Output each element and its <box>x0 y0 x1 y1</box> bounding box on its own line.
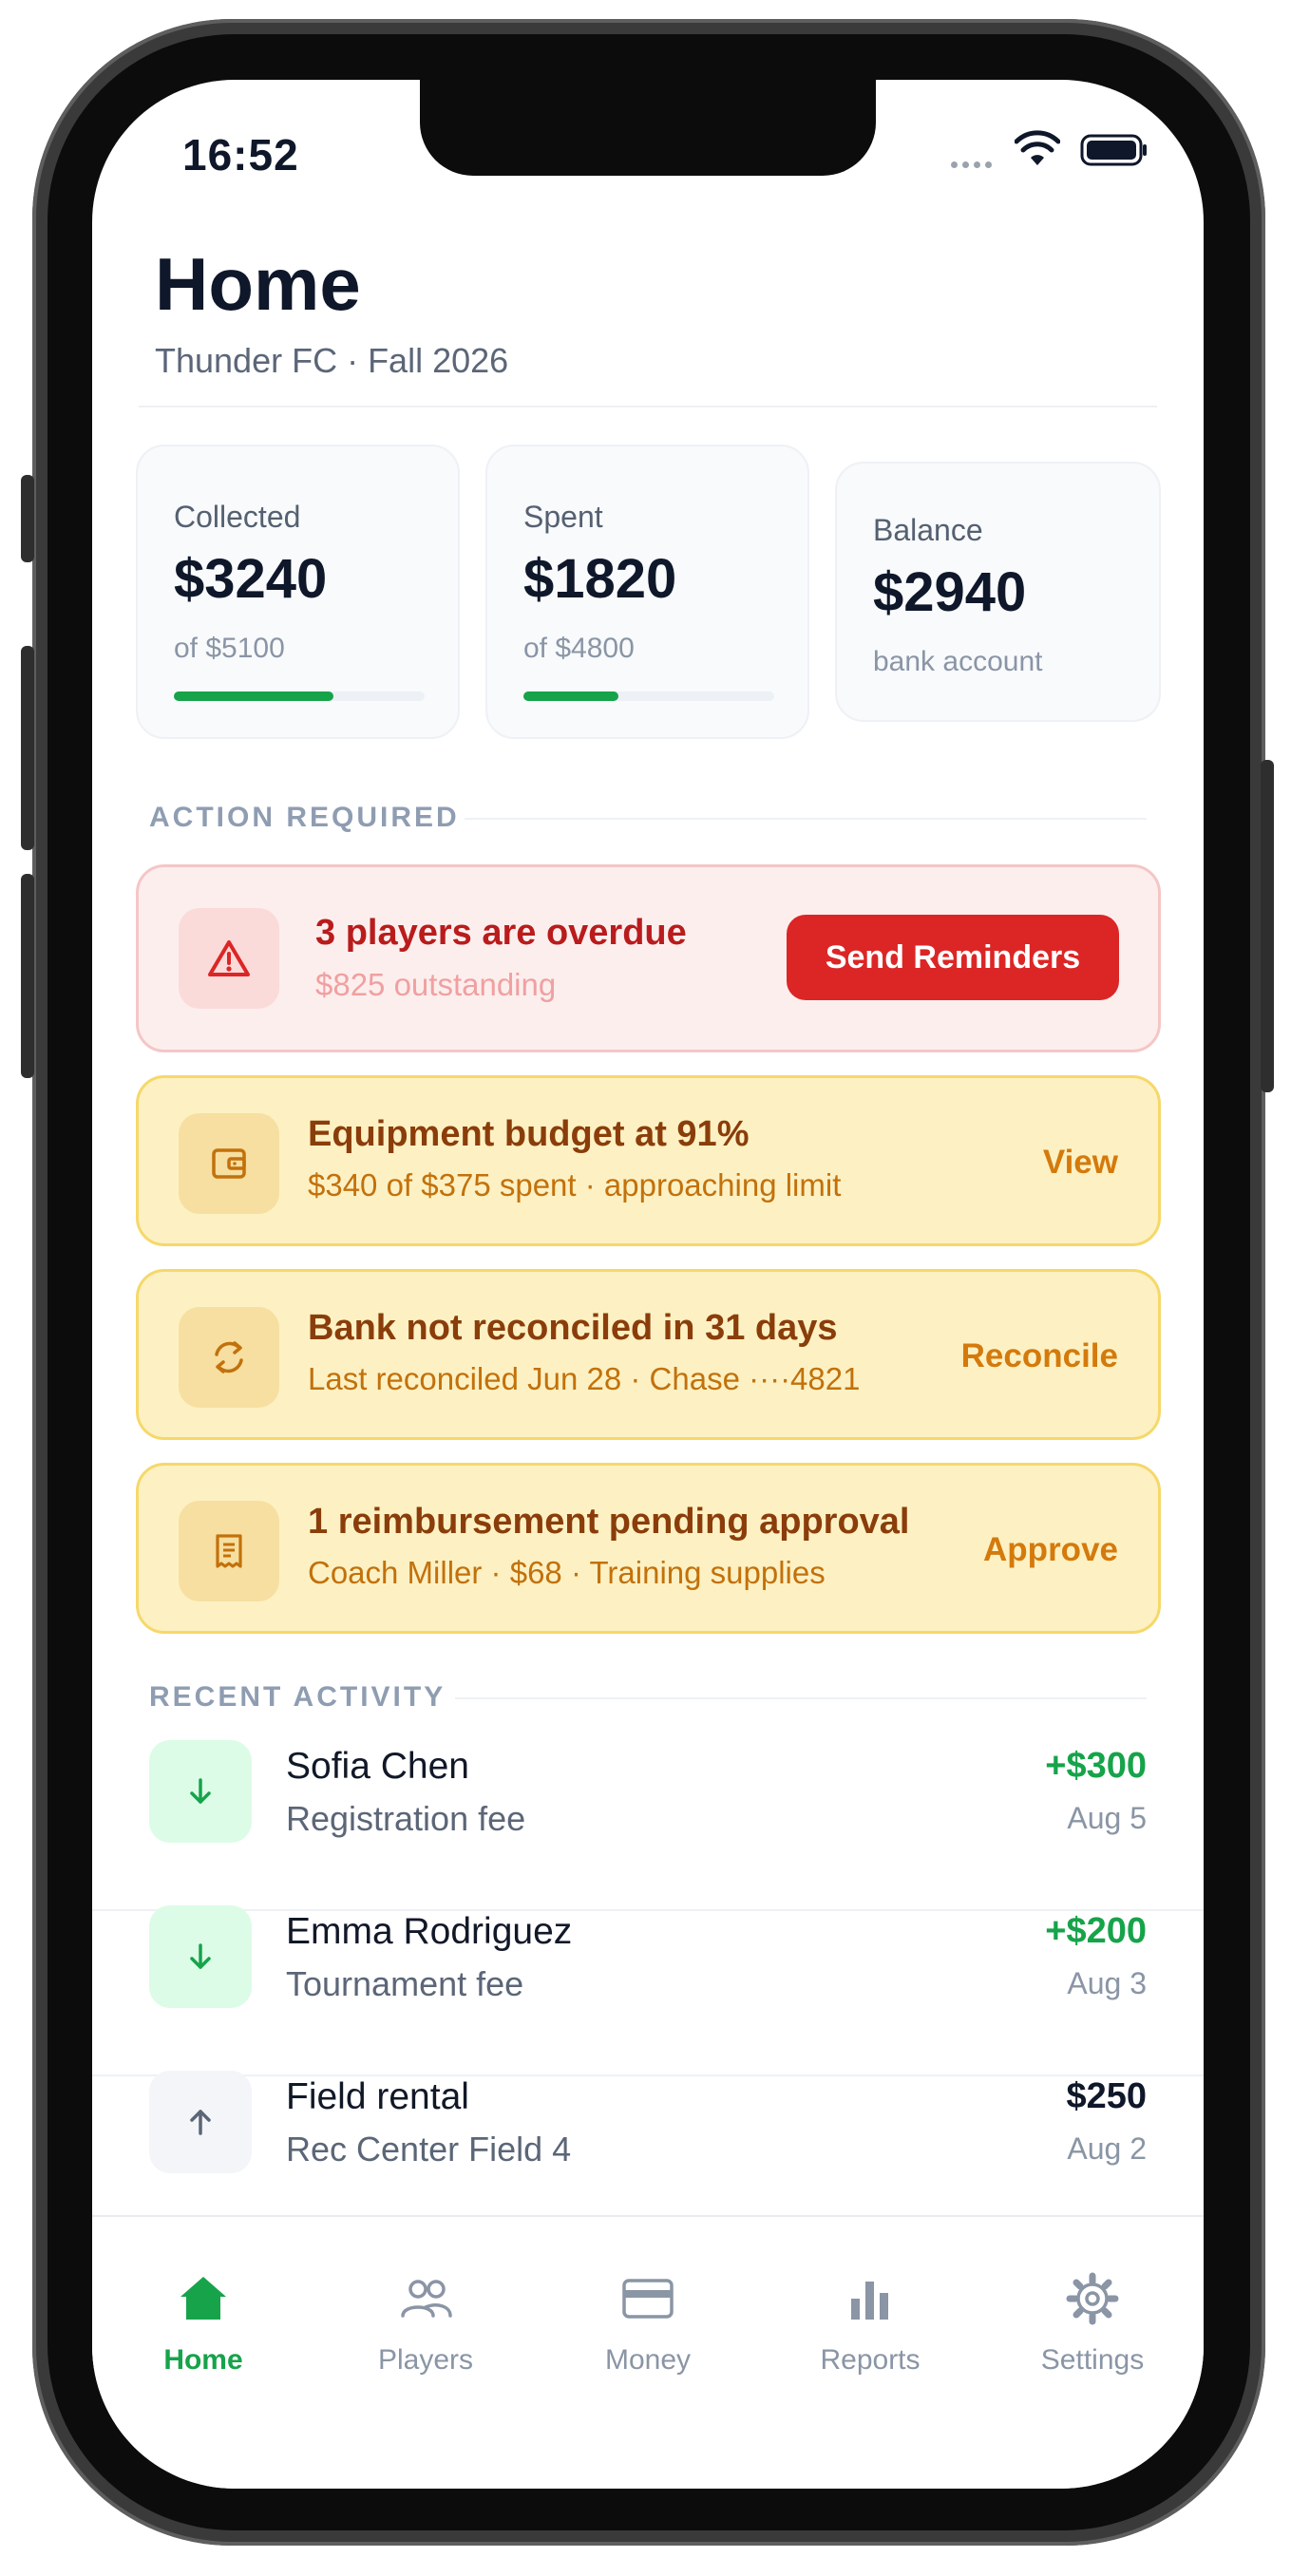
arrow-down-icon <box>149 1740 252 1843</box>
alert-subtitle: Coach Miller · $68 · Training supplies <box>308 1555 826 1590</box>
alert-reimbursement-pending[interactable]: 1 reimbursement pending approval Coach M… <box>136 1463 1161 1634</box>
stat-sub: of $5100 <box>174 633 285 664</box>
screen: 16:52 Home Thunder FC · Fall 2026 Collec… <box>92 80 1204 2489</box>
alert-title: Equipment budget at 91% <box>308 1114 750 1154</box>
tab-money[interactable]: Money <box>537 2217 759 2407</box>
volume-up-button <box>21 646 34 850</box>
spent-progress-bar <box>523 691 774 701</box>
tab-label: Home <box>163 2344 243 2376</box>
activity-row[interactable]: Field rental Rec Center Field 4 $250 Aug… <box>92 2071 1204 2236</box>
alert-bank-reconcile[interactable]: Bank not reconciled in 31 days Last reco… <box>136 1269 1161 1440</box>
activity-description: Tournament fee <box>286 1964 524 2003</box>
stat-card-balance[interactable]: Balance $2940 bank account <box>835 462 1161 722</box>
tab-label: Money <box>604 2344 692 2376</box>
volume-down-button <box>21 874 34 1078</box>
arrow-down-icon <box>149 1905 252 2008</box>
tab-bar: Home Players Money Reports Settings <box>92 2215 1204 2489</box>
tab-home[interactable]: Home <box>92 2217 314 2407</box>
stat-value: $3240 <box>174 548 328 610</box>
sync-icon <box>179 1307 279 1408</box>
section-heading-recent-activity: RECENT ACTIVITY <box>149 1681 446 1713</box>
send-reminders-button[interactable]: Send Reminders <box>787 915 1119 1000</box>
receipt-icon <box>179 1501 279 1601</box>
cellular-signal-icon <box>951 156 997 173</box>
collected-progress-fill <box>174 691 333 701</box>
tab-players[interactable]: Players <box>314 2217 537 2407</box>
stat-value: $1820 <box>523 548 677 610</box>
section-rule <box>465 818 1147 820</box>
tab-label: Reports <box>820 2344 921 2376</box>
team-season-subtitle: Thunder FC · Fall 2026 <box>155 341 509 380</box>
header-divider <box>139 406 1157 407</box>
activity-amount: +$200 <box>1045 1911 1147 1951</box>
status-time: 16:52 <box>182 130 299 180</box>
tab-settings[interactable]: Settings <box>981 2217 1204 2407</box>
activity-description: Rec Center Field 4 <box>286 2130 572 2169</box>
power-button <box>1261 760 1274 1092</box>
stat-label: Balance <box>873 513 983 547</box>
alert-equipment-budget[interactable]: Equipment budget at 91% $340 of $375 spe… <box>136 1075 1161 1246</box>
alert-subtitle: $340 of $375 spent · approaching limit <box>308 1167 842 1203</box>
tab-reports[interactable]: Reports <box>759 2217 981 2407</box>
notch <box>420 80 876 176</box>
players-icon <box>401 2280 452 2318</box>
stat-sub: of $4800 <box>523 633 635 664</box>
tab-label: Players <box>377 2344 474 2376</box>
alert-subtitle: Last reconciled Jun 28 · Chase ····4821 <box>308 1361 861 1396</box>
warning-triangle-icon <box>179 908 279 1009</box>
alert-overdue-players: 3 players are overdue $825 outstanding S… <box>136 864 1161 1052</box>
activity-name: Sofia Chen <box>286 1746 469 1787</box>
activity-name: Emma Rodriguez <box>286 1911 573 1952</box>
view-button[interactable]: View <box>1043 1144 1118 1182</box>
alert-subtitle: $825 outstanding <box>315 967 557 1002</box>
activity-description: Registration fee <box>286 1799 526 1838</box>
activity-date: Aug 5 <box>1067 1801 1147 1835</box>
reconcile-button[interactable]: Reconcile <box>961 1337 1118 1375</box>
spent-progress-fill <box>523 691 619 701</box>
alert-title: 3 players are overdue <box>315 913 687 953</box>
page-title: Home <box>155 242 361 326</box>
collected-progress-bar <box>174 691 425 701</box>
activity-amount: $250 <box>1066 2076 1147 2116</box>
tab-label: Settings <box>1040 2344 1145 2376</box>
arrow-up-icon <box>149 2071 252 2173</box>
wifi-icon <box>1015 130 1060 165</box>
bar-chart-icon <box>851 2282 888 2320</box>
activity-date: Aug 3 <box>1067 1966 1147 2000</box>
card-icon <box>622 2279 674 2319</box>
activity-row[interactable]: Sofia Chen Registration fee +$300 Aug 5 <box>92 1740 1204 1905</box>
activity-row[interactable]: Emma Rodriguez Tournament fee +$200 Aug … <box>92 1905 1204 2071</box>
battery-icon <box>1080 134 1147 166</box>
stat-label: Spent <box>523 500 603 534</box>
stat-card-collected[interactable]: Collected $3240 of $5100 <box>136 445 460 739</box>
activity-name: Field rental <box>286 2076 469 2117</box>
gear-icon <box>1066 2272 1119 2325</box>
section-heading-action-required: ACTION REQUIRED <box>149 802 460 833</box>
wallet-icon <box>179 1113 279 1214</box>
section-rule <box>455 1697 1147 1699</box>
approve-button[interactable]: Approve <box>983 1531 1118 1569</box>
stat-card-spent[interactable]: Spent $1820 of $4800 <box>485 445 809 739</box>
activity-amount: +$300 <box>1045 1746 1147 1786</box>
stat-sub: bank account <box>873 646 1043 677</box>
mute-switch <box>21 475 34 562</box>
home-icon <box>180 2277 226 2320</box>
alert-title: Bank not reconciled in 31 days <box>308 1308 838 1348</box>
stat-label: Collected <box>174 500 301 534</box>
activity-date: Aug 2 <box>1067 2131 1147 2166</box>
stat-value: $2940 <box>873 561 1027 623</box>
alert-title: 1 reimbursement pending approval <box>308 1502 910 1542</box>
